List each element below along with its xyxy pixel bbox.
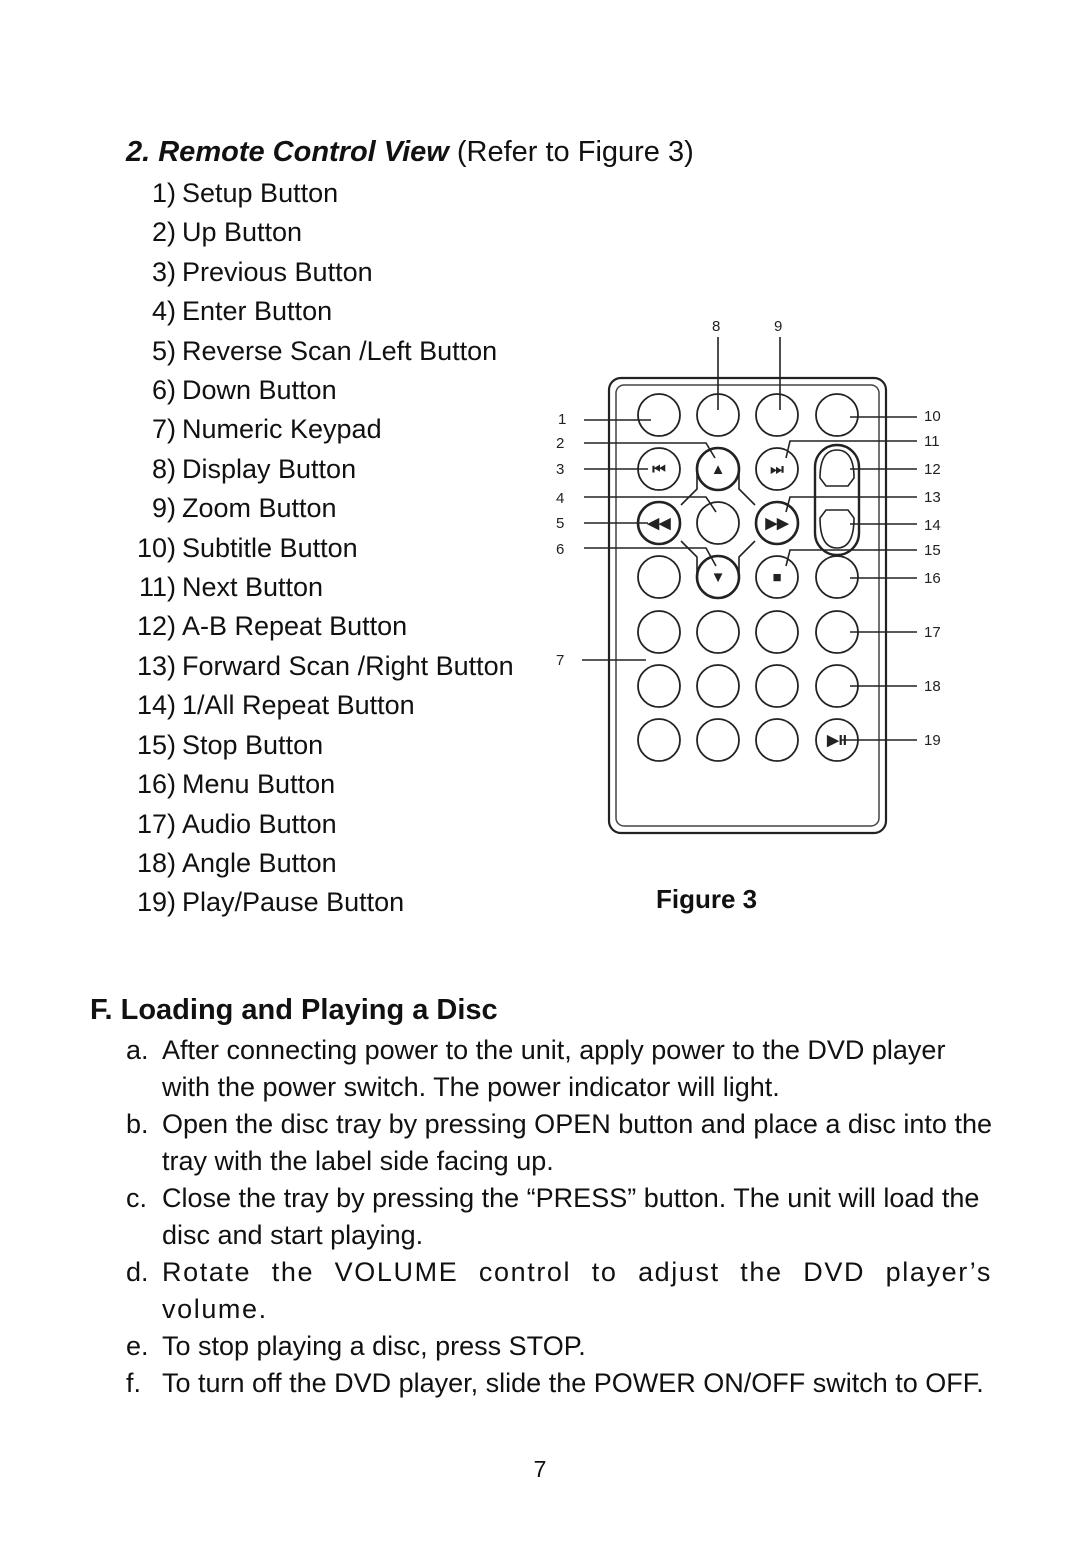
item-text: Open the disc tray by pressing OPEN butt… (162, 1109, 992, 1176)
up-icon: ▲ (711, 461, 726, 478)
next-button: ⏭ (755, 447, 799, 491)
item-label: a. (126, 1035, 149, 1065)
enter-button (696, 501, 740, 545)
callout-label: 1 (558, 411, 566, 428)
instruction-item: a. After connecting power to the unit, ap… (126, 1032, 992, 1106)
item-text: To stop playing a disc, press STOP. (162, 1331, 586, 1361)
item-label: f. (126, 1368, 142, 1398)
instruction-item: f. To turn off the DVD player, slide the … (126, 1365, 992, 1402)
callout-label: 15 (924, 542, 941, 559)
callout-label: 3 (556, 461, 564, 478)
callout-label: 4 (556, 490, 564, 507)
callout-label: 12 (924, 461, 941, 478)
keypad-button (755, 610, 799, 654)
keypad-button (696, 664, 740, 708)
loading-instructions-list: a. After connecting power to the unit, ap… (126, 1032, 992, 1402)
instruction-item: e. To stop playing a disc, press STOP. (126, 1328, 992, 1365)
remote-control-figure: ⏮ ▲ ⏭◀◀ ▶▶▼ ■▶II 12345678 9101112131415161718… (556, 318, 941, 835)
callout-label: 16 (924, 570, 941, 587)
down-icon: ▼ (711, 569, 726, 586)
keypad-button (755, 718, 799, 762)
keypad-button (637, 555, 681, 599)
instruction-item: c. Close the tray by pressing the “PRESS”… (126, 1180, 992, 1254)
callout-label: 6 (556, 541, 564, 558)
keypad-button (696, 610, 740, 654)
forward-scan-icon: ▶▶ (764, 515, 790, 532)
keypad-button (755, 664, 799, 708)
stop-icon: ■ (772, 569, 781, 586)
keypad-button (637, 610, 681, 654)
down-button: ▼ (695, 554, 741, 600)
item-text: After connecting power to the unit, appl… (162, 1035, 946, 1102)
stop-button: ■ (755, 555, 799, 599)
up-button: ▲ (695, 446, 741, 492)
page-number: 7 (533, 1456, 547, 1482)
callout-label: 7 (556, 652, 564, 669)
instruction-item: d. Rotate the VOLUME control to adjust th… (126, 1254, 992, 1328)
item-label: b. (126, 1109, 149, 1139)
callout-label: 11 (924, 433, 940, 450)
subtitle-button (815, 393, 859, 437)
next-icon: ⏭ (770, 461, 784, 478)
reverse-scan-icon: ◀◀ (646, 515, 671, 532)
callout-label: 8 (712, 318, 720, 335)
callout-label: 9 (774, 318, 782, 335)
item-label: c. (126, 1183, 148, 1213)
callout-label: 14 (924, 517, 941, 534)
item-number: 19) (136, 887, 176, 918)
callout-label: 2 (556, 435, 564, 452)
callout-label: 10 (924, 408, 941, 425)
item-text: Close the tray by pressing the “PRESS” b… (162, 1183, 980, 1250)
keypad-button (696, 718, 740, 762)
item-label: Play/Pause Button (182, 887, 405, 918)
forward-scan-button: ▶▶ (754, 500, 800, 546)
callout-label: 5 (556, 515, 564, 532)
repeat-button-pill (813, 443, 861, 557)
keypad-button (637, 664, 681, 708)
callout-label: 19 (924, 732, 941, 749)
instruction-item: b. Open the disc tray by pressing OPEN bu… (126, 1106, 992, 1180)
keypad-button (637, 718, 681, 762)
section-title-loading-disc: F. Loading and Playing a Disc (90, 994, 498, 1026)
menu-button (815, 555, 859, 599)
item-label: d. (126, 1257, 149, 1287)
item-text: To turn off the DVD player, slide the PO… (162, 1368, 984, 1398)
setup-button (637, 393, 681, 437)
item-text: Rotate the VOLUME control to adjust the … (162, 1257, 992, 1324)
list-item: 19) Play/Pause Button (120, 883, 514, 922)
previous-icon: ⏮ (652, 461, 666, 478)
zoom-button (755, 393, 799, 437)
figure-caption: Figure 3 (656, 884, 758, 914)
callout-label: 13 (924, 489, 941, 506)
callout-label: 18 (924, 678, 941, 695)
item-label: e. (126, 1331, 149, 1361)
callout-label: 17 (924, 624, 941, 641)
